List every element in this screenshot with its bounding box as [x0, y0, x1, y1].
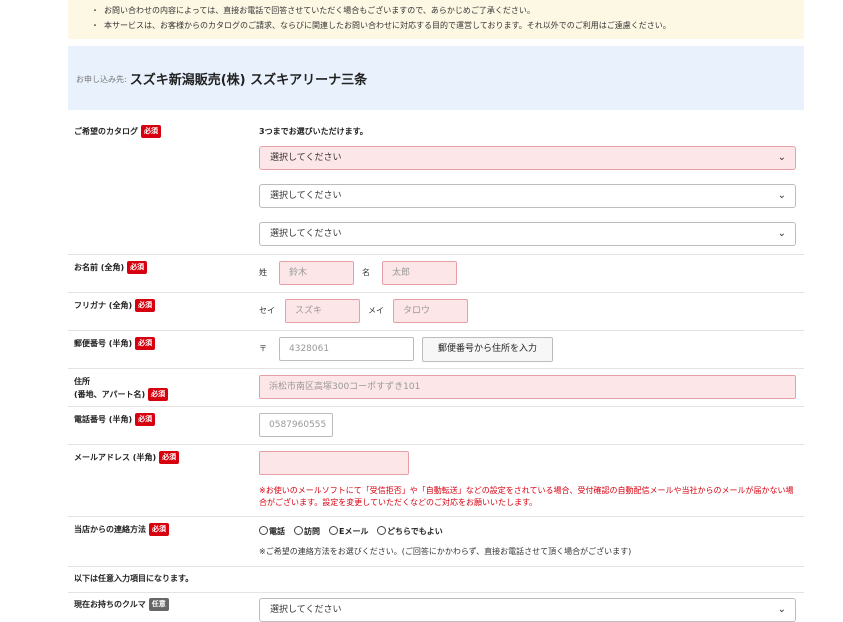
current-car-select[interactable]: 選択してください ⌄	[259, 598, 796, 622]
optional-heading: 以下は任意入力項目になります。	[74, 574, 194, 583]
phone-row: 電話番号 (半角) 必須 0587960555	[68, 406, 804, 445]
email-input[interactable]	[259, 451, 409, 475]
optional-badge: 任意	[148, 598, 169, 611]
name-label: お名前 (全角) 必須	[74, 261, 148, 274]
required-badge: 必須	[135, 413, 156, 426]
kana-last-input[interactable]: スズキ	[285, 299, 360, 323]
postal-input[interactable]: 4328061	[279, 337, 414, 361]
name-row: お名前 (全角) 必須 姓 鈴木 名 太郎	[68, 254, 804, 293]
kana-last-prefix: セイ	[259, 306, 275, 315]
contact-radio-phone[interactable]: 電話	[259, 526, 285, 538]
last-name-prefix: 姓	[259, 268, 267, 277]
kana-label: フリガナ (全角) 必須	[74, 299, 156, 312]
chevron-down-icon: ⌄	[777, 152, 786, 163]
chevron-down-icon: ⌄	[777, 228, 786, 239]
contact-row: 当店からの連絡方法 必須 電話 訪問 Eメール どちらでもよい ※ご希望の連絡方法…	[68, 516, 804, 567]
contact-radio-either[interactable]: どちらでもよい	[377, 526, 443, 538]
chevron-down-icon: ⌄	[777, 604, 786, 615]
required-badge: 必須	[159, 451, 180, 464]
catalog-select-1[interactable]: 選択してください ⌄	[259, 146, 796, 170]
postal-row: 郵便番号 (半角) 必須 〒 4328061 郵便番号から住所を入力	[68, 330, 804, 369]
last-name-input[interactable]: 鈴木	[279, 261, 354, 285]
catalog-select-2[interactable]: 選択してください ⌄	[259, 184, 796, 208]
kana-first-prefix: メイ	[368, 306, 384, 315]
contact-note: ※ご希望の連絡方法をお選びください。(ご回答にかかわらず、直接お電話させて頂く場…	[259, 547, 632, 556]
required-badge: 必須	[148, 388, 169, 401]
email-row: メールアドレス (半角) 必須 ※お使いのメールソフトにて「受信拒否」や「自動転送…	[68, 444, 804, 517]
radio-circle-icon	[294, 526, 303, 535]
required-badge: 必須	[135, 299, 156, 312]
contact-radio-email[interactable]: Eメール	[329, 526, 368, 538]
required-badge: 必須	[127, 261, 148, 274]
kana-row: フリガナ (全角) 必須 セイ スズキ メイ タロウ	[68, 292, 804, 331]
required-badge: 必須	[135, 337, 156, 350]
postal-lookup-button[interactable]: 郵便番号から住所を入力	[422, 337, 553, 362]
radio-circle-icon	[259, 526, 268, 535]
email-label: メールアドレス (半角) 必須	[74, 451, 180, 464]
postal-mark: 〒	[259, 344, 267, 353]
current-car-label: 現在お持ちのクルマ 任意	[74, 598, 169, 611]
postal-label: 郵便番号 (半角) 必須	[74, 337, 156, 350]
contact-radio-visit[interactable]: 訪問	[294, 526, 320, 538]
required-badge: 必須	[149, 523, 169, 536]
phone-input[interactable]: 0587960555	[259, 413, 333, 437]
address-row: 住所 (番地、アパート名) 必須 浜松市南区高塚300コーポすずき101	[68, 368, 804, 407]
email-warning: ※お使いのメールソフトにて「受信拒否」や「自動転送」などの設定をされている場合、…	[259, 486, 794, 507]
chevron-down-icon: ⌄	[777, 190, 786, 201]
first-name-prefix: 名	[362, 268, 370, 277]
contact-label: 当店からの連絡方法 必須	[74, 523, 169, 536]
first-name-input[interactable]: 太郎	[382, 261, 457, 285]
shop-name: スズキ新潟販売(株) スズキアリーナ三条	[129, 72, 368, 88]
radio-circle-icon	[377, 526, 386, 535]
phone-label: 電話番号 (半角) 必須	[74, 413, 156, 426]
address-label: 住所 (番地、アパート名) 必須	[74, 376, 169, 401]
notice-item: お問い合わせの内容によっては、直接お電話で回答させていただく場合もございますので…	[91, 3, 804, 18]
radio-circle-icon	[329, 526, 338, 535]
catalog-select-3[interactable]: 選択してください ⌄	[259, 222, 796, 246]
shop-header: お申し込み先: スズキ新潟販売(株) スズキアリーナ三条	[68, 46, 804, 110]
notice-item: 本サービスは、お客様からのカタログのご請求、ならびに関連したお問い合わせに対応す…	[91, 18, 804, 33]
address-input[interactable]: 浜松市南区高塚300コーポすずき101	[259, 375, 796, 399]
catalog-hint: 3つまでお選びいただけます。	[259, 127, 368, 136]
kana-first-input[interactable]: タロウ	[393, 299, 468, 323]
required-badge: 必須	[141, 125, 161, 138]
optional-heading-row: 以下は任意入力項目になります。	[68, 566, 804, 593]
current-car-row: 現在お持ちのクルマ 任意 選択してください ⌄	[68, 592, 804, 622]
shop-prefix: お申し込み先:	[76, 75, 127, 84]
catalog-label: ご希望のカタログ 必須	[74, 125, 161, 138]
notice-box: お問い合わせの内容によっては、直接お電話で回答させていただく場合もございますので…	[68, 0, 804, 39]
form-page: お問い合わせの内容によっては、直接お電話で回答させていただく場合もございますので…	[68, 0, 804, 110]
catalog-row: ご希望のカタログ 必須 3つまでお選びいただけます。 選択してください ⌄ 選択し…	[68, 112, 804, 255]
